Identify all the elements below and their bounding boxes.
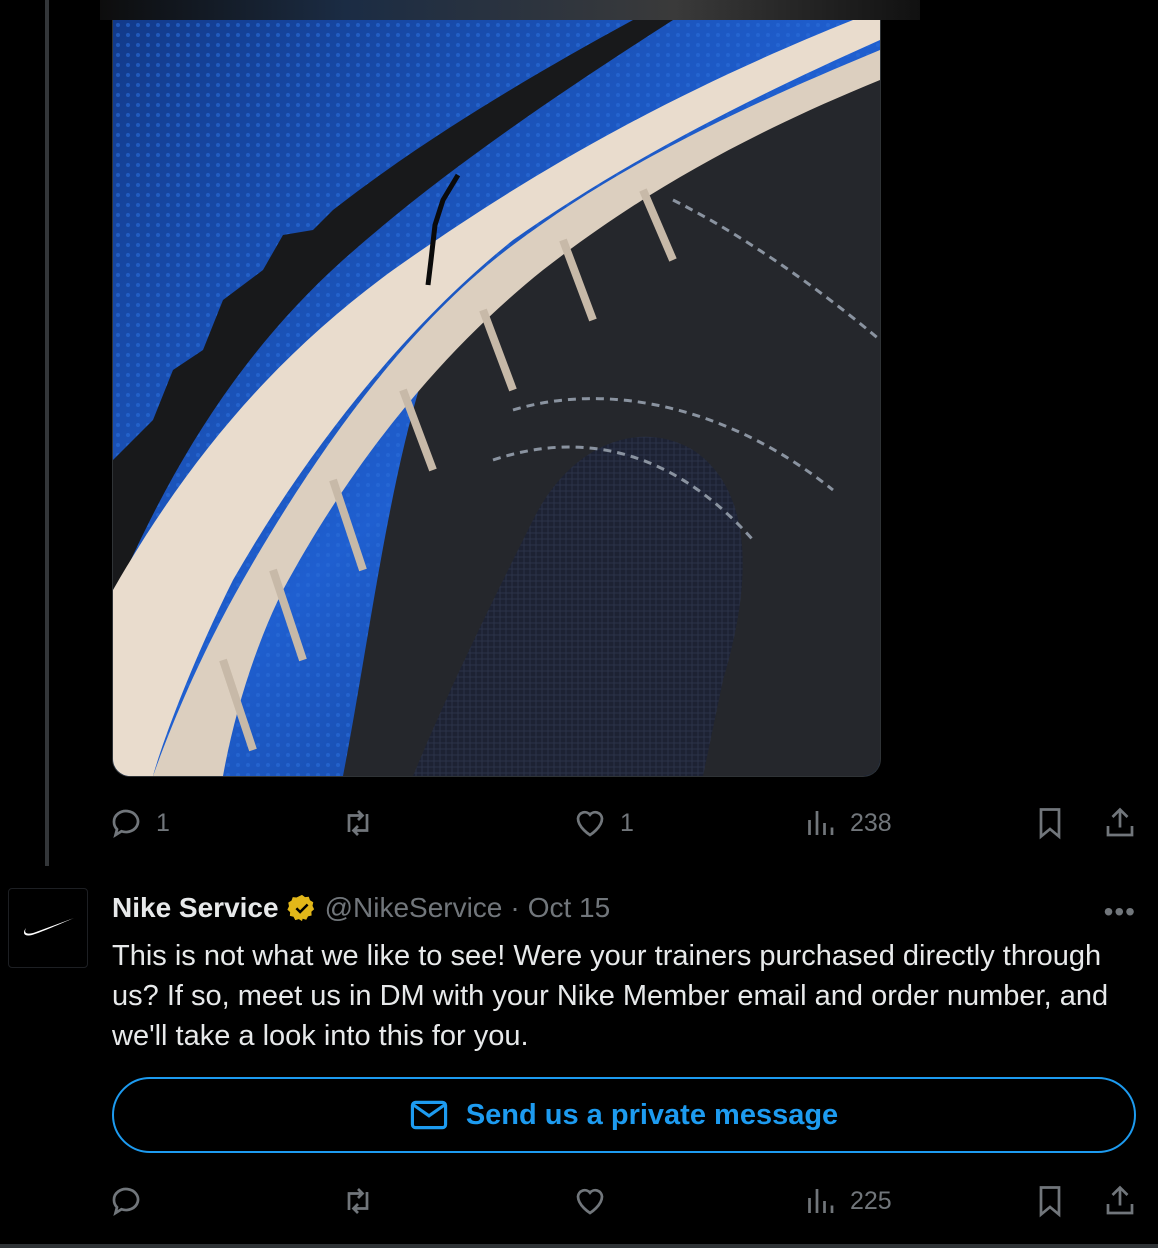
views-chart-icon	[808, 1189, 834, 1213]
dm-button-label: Send us a private message	[465, 1098, 839, 1131]
reply-tweet[interactable]: Nike Service @NikeService · Oct 15 ••• T…	[0, 866, 1158, 1248]
display-name[interactable]: Nike Service	[112, 892, 279, 924]
reply-icon	[112, 1187, 140, 1216]
like-button[interactable]: 1	[572, 803, 634, 843]
retweet-button[interactable]	[340, 803, 388, 843]
reply-icon	[112, 809, 140, 838]
retweet-icon	[347, 1188, 369, 1214]
share-icon	[1106, 1185, 1134, 1215]
verified-badge-icon	[286, 894, 314, 922]
views-button[interactable]: 225	[802, 1181, 892, 1221]
user-handle[interactable]: @NikeService	[325, 892, 503, 924]
bookmark-icon	[1039, 1186, 1061, 1218]
share-button[interactable]	[1102, 1181, 1138, 1221]
tweet-header: Nike Service @NikeService · Oct 15	[112, 892, 610, 924]
share-button[interactable]	[1102, 803, 1138, 843]
like-button[interactable]	[572, 1181, 620, 1221]
views-button[interactable]: 238	[802, 803, 892, 843]
previous-media-edge	[100, 0, 920, 20]
reply-button[interactable]: 1	[108, 803, 170, 843]
retweet-icon	[347, 810, 369, 836]
tweet-text: This is not what we like to see! Were yo…	[112, 940, 1109, 1052]
envelope-icon	[410, 1100, 447, 1130]
tweet-divider	[0, 1244, 1158, 1248]
reply-count: 1	[156, 808, 170, 837]
tweet-media-photo[interactable]	[112, 20, 881, 777]
nike-swoosh-logo	[24, 918, 74, 936]
tweet-date[interactable]: Oct 15	[528, 892, 610, 924]
views-count: 225	[850, 1186, 892, 1215]
heart-icon	[576, 1188, 604, 1215]
thread-connector-line	[45, 0, 49, 880]
views-chart-icon	[808, 811, 834, 835]
send-private-message-button[interactable]: Send us a private message	[112, 1077, 1136, 1153]
more-options-icon[interactable]: •••	[1104, 896, 1136, 928]
views-count: 238	[850, 808, 892, 837]
heart-icon	[576, 810, 604, 837]
like-count: 1	[620, 808, 634, 837]
avatar[interactable]	[8, 888, 88, 968]
reply-button[interactable]	[108, 1181, 156, 1221]
reply-tweet-actions: 225	[108, 1181, 1148, 1221]
sneaker-sole-crack-photo	[113, 20, 880, 776]
bookmark-button[interactable]	[1032, 803, 1068, 843]
bookmark-icon	[1039, 808, 1061, 840]
retweet-button[interactable]	[340, 1181, 388, 1221]
bookmark-button[interactable]	[1032, 1181, 1068, 1221]
header-separator: ·	[510, 892, 520, 923]
share-icon	[1106, 807, 1134, 837]
original-tweet-actions: 1 1 238	[108, 803, 1148, 843]
